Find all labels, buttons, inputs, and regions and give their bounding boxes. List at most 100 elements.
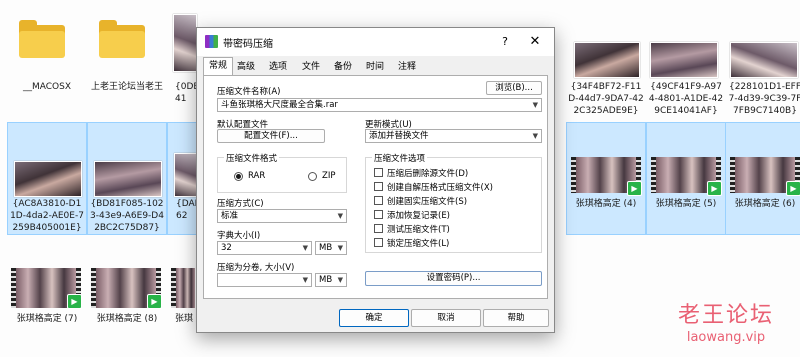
chevron-down-icon[interactable]: ▼ <box>533 99 538 111</box>
chevron-down-icon[interactable]: ▼ <box>303 274 308 286</box>
image-file-tile[interactable]: {34F4BF72-F11D-44d7-9DA7-422C325ADE9E} <box>566 6 646 119</box>
archive-name-combo[interactable]: 斗鱼张琪格大尺度最全合集.rar ▼ <box>217 98 542 112</box>
tile-caption: {AC8A3810-D11D-4da2-AE0E-7259B405001E} <box>10 199 84 233</box>
image-thumbnail <box>650 42 718 78</box>
tile-caption: {34F4BF72-F11D-44d7-9DA7-422C325ADE9E} <box>568 82 644 116</box>
image-file-tile[interactable]: {AC8A3810-D11D-4da2-AE0E-7259B405001E} <box>7 122 87 235</box>
cancel-button[interactable]: 取消 <box>411 309 481 327</box>
delete-files-label: 压缩后删除源文件(D) <box>387 169 469 179</box>
set-password-button[interactable]: 设置密码(P)... <box>365 271 542 286</box>
image-thumbnail <box>94 161 162 197</box>
format-zip-label: ZIP <box>322 171 336 181</box>
compress-dialog: 带密码压缩 ? ✕ 常规 高级 选项 文件 备份 时间 注释 压缩文件名称(A)… <box>196 27 555 333</box>
video-file-tile[interactable]: ▶ 张琪格高定 (8) <box>87 238 167 351</box>
help-button[interactable]: 帮助 <box>483 309 549 327</box>
video-badge-icon: ▶ <box>67 294 82 309</box>
tab-files[interactable]: 文件 <box>299 59 323 75</box>
tile-caption: {228101D1-EFF7-4d39-9C39-7F7FB9C7140B} <box>728 82 800 116</box>
recovery-record-label: 添加恢复记录(E) <box>387 211 451 221</box>
dictionary-size-label: 字典大小(I) <box>217 231 261 241</box>
lock-archive-checkbox[interactable] <box>374 238 383 247</box>
tile-caption: 张琪格高定 (6) <box>734 199 796 209</box>
image-thumbnail <box>14 161 82 197</box>
image-thumbnail <box>173 14 197 72</box>
delete-files-checkbox[interactable] <box>374 168 383 177</box>
solid-archive-checkbox[interactable] <box>374 196 383 205</box>
dictionary-unit-value: MB <box>319 243 333 253</box>
image-file-tile[interactable]: {BD81F085-1023-43e9-A6E9-D42BC2C75D87} <box>87 122 167 235</box>
video-thumbnail <box>171 268 195 308</box>
split-volume-label: 压缩为分卷, 大小(V) <box>217 263 295 273</box>
folder-icon <box>99 20 145 58</box>
video-file-tile[interactable]: ▶ 张琪格高定 (5) <box>646 122 726 235</box>
compression-method-select[interactable]: 标准 ▼ <box>217 209 347 223</box>
compression-method-value: 标准 <box>221 211 239 221</box>
ok-button[interactable]: 确定 <box>339 309 409 327</box>
video-file-tile[interactable]: ▶ 张琪格高定 (4) <box>566 122 646 235</box>
winrar-app-icon <box>205 35 218 48</box>
image-file-tile[interactable]: {228101D1-EFF7-4d39-9C39-7F7FB9C7140B} <box>725 6 800 119</box>
format-rar-label: RAR <box>248 171 266 181</box>
dictionary-size-value: 32 <box>221 243 232 253</box>
split-volume-unit-select[interactable]: MB ▼ <box>315 273 347 287</box>
video-badge-icon: ▶ <box>786 181 800 196</box>
dialog-titlebar[interactable]: 带密码压缩 ? ✕ <box>197 28 554 56</box>
tab-general[interactable]: 常规 <box>203 57 233 76</box>
solid-archive-label: 创建固实压缩文件(S) <box>387 197 468 207</box>
close-icon[interactable]: ✕ <box>523 33 547 51</box>
test-archive-label: 测试压缩文件(T) <box>387 225 450 235</box>
watermark-url: laowang.vip <box>686 330 766 345</box>
video-badge-icon: ▶ <box>627 181 642 196</box>
format-rar-radio[interactable] <box>234 172 243 181</box>
tile-caption: {49CF41F9-A974-4801-A1DE-429CE14041AF} <box>648 82 724 116</box>
tab-backup[interactable]: 备份 <box>331 59 355 75</box>
recovery-record-checkbox[interactable] <box>374 210 383 219</box>
tile-caption: 张琪格高定 (8) <box>96 314 158 324</box>
tile-caption: 张琪格高定 (4) <box>575 199 637 209</box>
help-icon[interactable]: ? <box>493 33 517 51</box>
test-archive-checkbox[interactable] <box>374 224 383 233</box>
chevron-down-icon[interactable]: ▼ <box>338 210 343 222</box>
format-zip-radio[interactable] <box>308 172 317 181</box>
image-file-tile[interactable]: {49CF41F9-A974-4801-A1DE-429CE14041AF} <box>646 6 726 119</box>
tab-comment[interactable]: 注释 <box>395 59 419 75</box>
chevron-down-icon[interactable]: ▼ <box>533 130 538 142</box>
image-thumbnail <box>730 42 798 78</box>
video-file-tile[interactable]: ▶ 张琪格高定 (6) <box>725 122 800 235</box>
chevron-down-icon[interactable]: ▼ <box>338 242 343 254</box>
archive-format-title: 压缩文件格式 <box>224 152 280 164</box>
archive-options-title: 压缩文件选项 <box>372 152 428 164</box>
general-tab-pane: 压缩文件名称(A) 浏览(B)... 斗鱼张琪格大尺度最全合集.rar ▼ 默认… <box>203 75 548 299</box>
update-mode-select[interactable]: 添加并替换文件 ▼ <box>365 129 542 143</box>
archive-options-group: 压缩文件选项 压缩后删除源文件(D) 创建自解压格式压缩文件(X) 创建固实压缩… <box>365 152 542 253</box>
browse-button[interactable]: 浏览(B)... <box>486 81 542 95</box>
tile-caption: 张琪格高定 (7) <box>16 314 78 324</box>
archive-format-group: 压缩文件格式 RAR ZIP <box>217 152 347 193</box>
chevron-down-icon[interactable]: ▼ <box>338 274 343 286</box>
tile-caption: __MACOSX <box>22 82 71 92</box>
split-volume-unit-value: MB <box>319 275 333 285</box>
video-badge-icon: ▶ <box>147 294 162 309</box>
chevron-down-icon[interactable]: ▼ <box>303 242 308 254</box>
lock-archive-label: 锁定压缩文件(L) <box>387 239 450 249</box>
watermark-title: 老王论坛 <box>677 303 774 328</box>
folder-macosx[interactable]: __MACOSX <box>7 6 87 119</box>
tile-caption: 张琪格高定 (5) <box>655 199 717 209</box>
dictionary-unit-select[interactable]: MB ▼ <box>315 241 347 255</box>
archive-name-label: 压缩文件名称(A) <box>217 87 281 97</box>
tab-options[interactable]: 选项 <box>266 59 290 75</box>
site-watermark: 老王论坛 laowang.vip <box>666 302 786 352</box>
sfx-checkbox[interactable] <box>374 182 383 191</box>
folder-icon <box>19 20 65 58</box>
folder-laowang[interactable]: 上老王论坛当老王 <box>87 6 167 119</box>
archive-name-value: 斗鱼张琪格大尺度最全合集.rar <box>221 100 338 110</box>
profiles-button[interactable]: 配置文件(F)... <box>217 129 325 143</box>
sfx-label: 创建自解压格式压缩文件(X) <box>387 183 493 193</box>
dictionary-size-select[interactable]: 32 ▼ <box>217 241 312 255</box>
tab-time[interactable]: 时间 <box>363 59 387 75</box>
split-volume-input[interactable]: ▼ <box>217 273 312 287</box>
dialog-title: 带密码压缩 <box>223 39 273 50</box>
tab-advanced[interactable]: 高级 <box>234 59 258 75</box>
video-file-tile[interactable]: ▶ 张琪格高定 (7) <box>7 238 87 351</box>
compression-method-label: 压缩方式(C) <box>217 199 264 209</box>
